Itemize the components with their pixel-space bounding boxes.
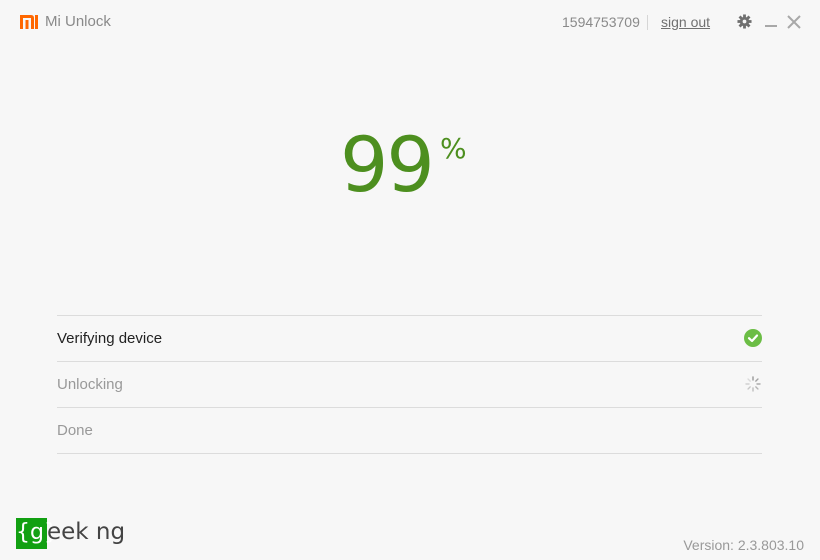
step-unlocking: Unlocking: [57, 362, 762, 408]
step-label: Done: [57, 422, 93, 439]
title-bar: Mi Unlock 1594753709 sign out: [0, 0, 820, 46]
brand-text: eek ng: [47, 519, 126, 545]
step-label: Unlocking: [57, 376, 123, 393]
close-icon[interactable]: [787, 15, 801, 29]
version-label: Version: 2.3.803.10: [683, 537, 804, 553]
step-done: Done: [57, 408, 762, 454]
progress-unit: %: [440, 132, 467, 165]
gear-icon[interactable]: [737, 14, 752, 29]
account-id: 1594753709: [562, 14, 640, 30]
progress-value: 99: [340, 120, 435, 209]
spinner-icon: [745, 376, 761, 392]
sign-out-link[interactable]: sign out: [661, 14, 710, 30]
mi-logo-icon: [20, 15, 38, 29]
brand-box: {g}: [16, 518, 58, 549]
step-label: Verifying device: [57, 330, 163, 347]
app-title: Mi Unlock: [45, 13, 111, 30]
check-circle-icon: [744, 329, 762, 347]
divider: [647, 15, 648, 30]
step-list: Verifying device Unlocking Done: [57, 315, 762, 454]
minimize-button[interactable]: [765, 25, 777, 27]
step-verifying-device: Verifying device: [57, 316, 762, 362]
